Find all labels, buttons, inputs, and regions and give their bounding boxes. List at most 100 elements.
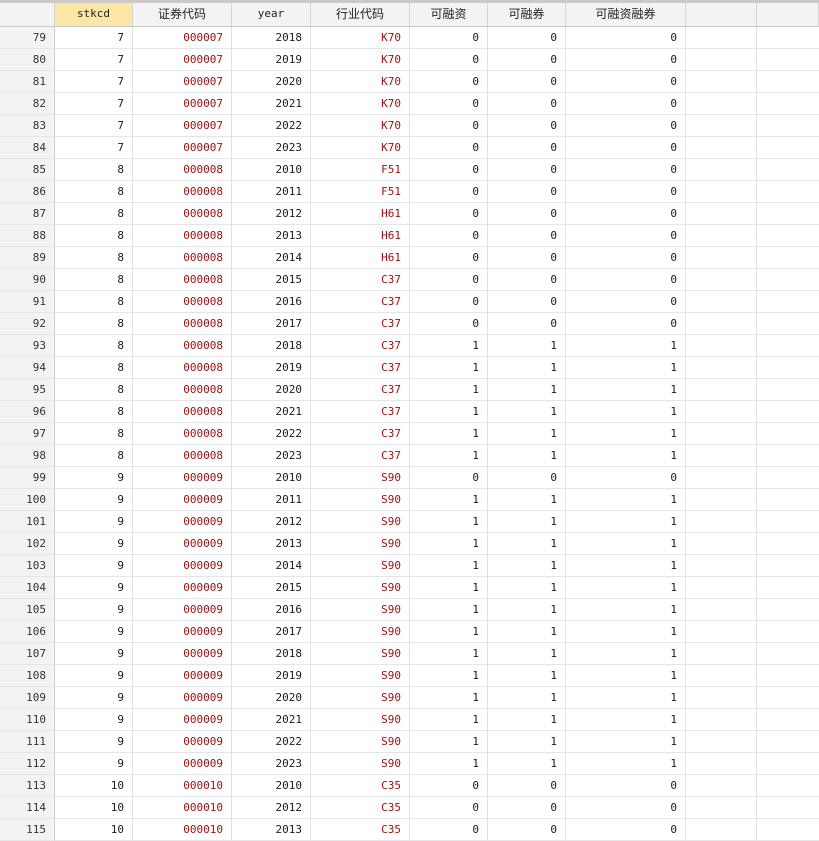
cell-empty[interactable]: [757, 379, 819, 401]
cell-empty[interactable]: [757, 467, 819, 489]
table-row[interactable]: 92 8 000008 2017 C37 0 0 0: [0, 313, 819, 335]
cell-empty[interactable]: [686, 621, 757, 643]
row-number[interactable]: 115: [0, 819, 55, 841]
column-header-margin-financing[interactable]: 可融资: [410, 3, 488, 26]
cell-margin-trading[interactable]: 1: [566, 665, 686, 687]
cell-empty[interactable]: [757, 93, 819, 115]
cell-margin-trading[interactable]: 1: [566, 511, 686, 533]
cell-securities-lending[interactable]: 1: [488, 555, 566, 577]
cell-industry-code[interactable]: K70: [311, 27, 410, 49]
cell-margin-trading[interactable]: 1: [566, 599, 686, 621]
cell-empty[interactable]: [757, 775, 819, 797]
cell-empty[interactable]: [757, 753, 819, 775]
cell-margin-financing[interactable]: 0: [410, 225, 488, 247]
cell-securities-lending[interactable]: 1: [488, 665, 566, 687]
cell-empty[interactable]: [686, 577, 757, 599]
cell-security-code[interactable]: 000008: [133, 181, 232, 203]
cell-security-code[interactable]: 000008: [133, 357, 232, 379]
cell-year[interactable]: 2016: [232, 599, 311, 621]
cell-empty[interactable]: [686, 775, 757, 797]
cell-year[interactable]: 2012: [232, 797, 311, 819]
cell-empty[interactable]: [757, 137, 819, 159]
cell-industry-code[interactable]: H61: [311, 247, 410, 269]
cell-margin-financing[interactable]: 1: [410, 533, 488, 555]
cell-margin-trading[interactable]: 0: [566, 137, 686, 159]
cell-empty[interactable]: [686, 753, 757, 775]
cell-security-code[interactable]: 000007: [133, 115, 232, 137]
cell-year[interactable]: 2013: [232, 819, 311, 841]
table-row[interactable]: 87 8 000008 2012 H61 0 0 0: [0, 203, 819, 225]
cell-stkcd[interactable]: 8: [55, 445, 133, 467]
cell-margin-financing[interactable]: 1: [410, 599, 488, 621]
table-row[interactable]: 82 7 000007 2021 K70 0 0 0: [0, 93, 819, 115]
cell-year[interactable]: 2020: [232, 379, 311, 401]
cell-margin-trading[interactable]: 0: [566, 225, 686, 247]
cell-year[interactable]: 2018: [232, 27, 311, 49]
cell-empty[interactable]: [686, 555, 757, 577]
row-number[interactable]: 80: [0, 49, 55, 71]
cell-stkcd[interactable]: 8: [55, 181, 133, 203]
cell-margin-trading[interactable]: 0: [566, 93, 686, 115]
cell-stkcd[interactable]: 8: [55, 335, 133, 357]
cell-securities-lending[interactable]: 1: [488, 357, 566, 379]
cell-margin-financing[interactable]: 1: [410, 423, 488, 445]
cell-industry-code[interactable]: S90: [311, 687, 410, 709]
cell-industry-code[interactable]: C37: [311, 445, 410, 467]
table-row[interactable]: 93 8 000008 2018 C37 1 1 1: [0, 335, 819, 357]
table-row[interactable]: 103 9 000009 2014 S90 1 1 1: [0, 555, 819, 577]
cell-empty[interactable]: [757, 445, 819, 467]
cell-security-code[interactable]: 000009: [133, 467, 232, 489]
table-row[interactable]: 80 7 000007 2019 K70 0 0 0: [0, 49, 819, 71]
cell-margin-financing[interactable]: 1: [410, 643, 488, 665]
column-header-industry-code[interactable]: 行业代码: [311, 3, 410, 26]
cell-empty[interactable]: [686, 489, 757, 511]
cell-stkcd[interactable]: 9: [55, 555, 133, 577]
row-number[interactable]: 107: [0, 643, 55, 665]
cell-empty[interactable]: [686, 93, 757, 115]
cell-securities-lending[interactable]: 0: [488, 71, 566, 93]
cell-year[interactable]: 2013: [232, 533, 311, 555]
table-row[interactable]: 85 8 000008 2010 F51 0 0 0: [0, 159, 819, 181]
cell-empty[interactable]: [686, 115, 757, 137]
column-header-securities-lending[interactable]: 可融券: [488, 3, 566, 26]
cell-empty[interactable]: [757, 577, 819, 599]
cell-year[interactable]: 2018: [232, 335, 311, 357]
cell-margin-financing[interactable]: 0: [410, 181, 488, 203]
cell-empty[interactable]: [686, 291, 757, 313]
cell-stkcd[interactable]: 9: [55, 665, 133, 687]
cell-margin-trading[interactable]: 0: [566, 49, 686, 71]
cell-industry-code[interactable]: K70: [311, 93, 410, 115]
cell-margin-trading[interactable]: 1: [566, 709, 686, 731]
cell-empty[interactable]: [686, 137, 757, 159]
cell-empty[interactable]: [757, 643, 819, 665]
corner-cell[interactable]: [0, 3, 55, 26]
cell-stkcd[interactable]: 8: [55, 291, 133, 313]
cell-empty[interactable]: [686, 665, 757, 687]
cell-securities-lending[interactable]: 0: [488, 137, 566, 159]
cell-security-code[interactable]: 000009: [133, 731, 232, 753]
cell-empty[interactable]: [757, 555, 819, 577]
cell-industry-code[interactable]: C37: [311, 379, 410, 401]
table-row[interactable]: 106 9 000009 2017 S90 1 1 1: [0, 621, 819, 643]
cell-empty[interactable]: [686, 445, 757, 467]
cell-securities-lending[interactable]: 1: [488, 621, 566, 643]
cell-year[interactable]: 2021: [232, 93, 311, 115]
cell-margin-trading[interactable]: 1: [566, 577, 686, 599]
row-number[interactable]: 98: [0, 445, 55, 467]
cell-year[interactable]: 2013: [232, 225, 311, 247]
cell-empty[interactable]: [757, 247, 819, 269]
cell-empty[interactable]: [757, 665, 819, 687]
cell-stkcd[interactable]: 9: [55, 599, 133, 621]
row-number[interactable]: 109: [0, 687, 55, 709]
cell-stkcd[interactable]: 8: [55, 269, 133, 291]
cell-margin-financing[interactable]: 0: [410, 159, 488, 181]
cell-empty[interactable]: [686, 797, 757, 819]
table-row[interactable]: 101 9 000009 2012 S90 1 1 1: [0, 511, 819, 533]
cell-industry-code[interactable]: S90: [311, 643, 410, 665]
row-number[interactable]: 99: [0, 467, 55, 489]
cell-stkcd[interactable]: 8: [55, 423, 133, 445]
row-number[interactable]: 90: [0, 269, 55, 291]
cell-empty[interactable]: [686, 643, 757, 665]
cell-year[interactable]: 2022: [232, 731, 311, 753]
cell-empty[interactable]: [757, 709, 819, 731]
